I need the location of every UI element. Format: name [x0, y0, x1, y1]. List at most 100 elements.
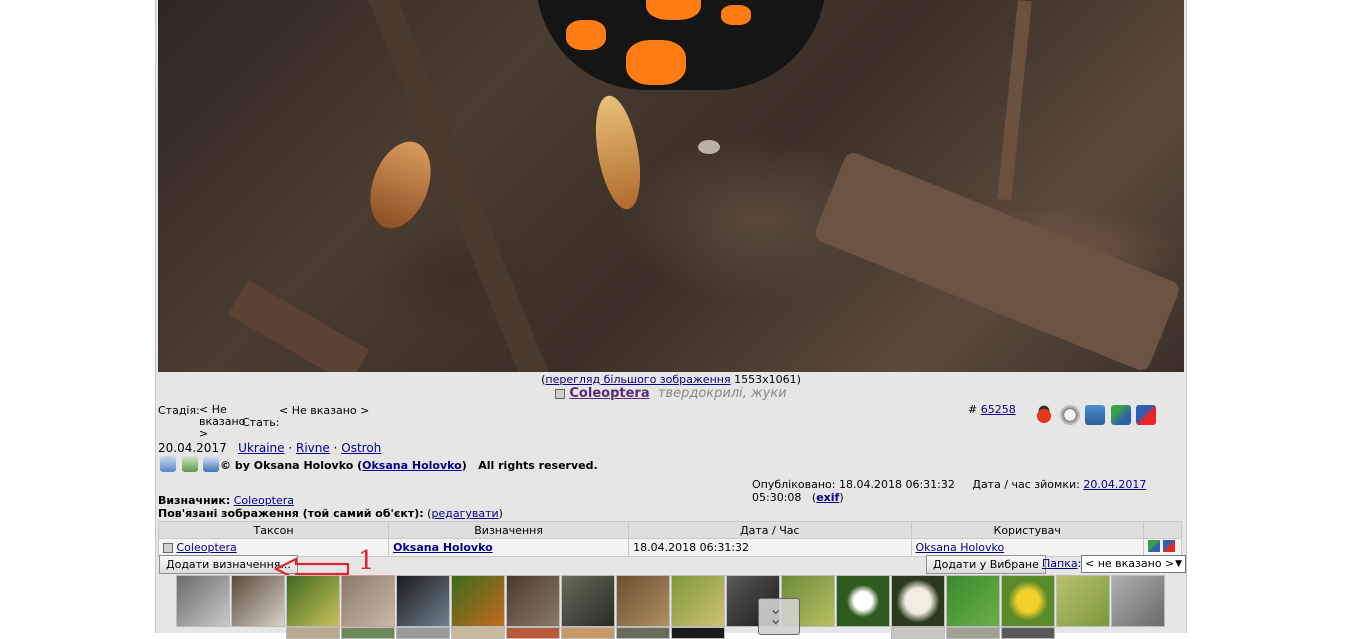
stage-value: < Не вказано >: [199, 404, 245, 440]
main-panel: (перегляд більшого зображення 1553x1061)…: [155, 0, 1187, 639]
thumbnail[interactable]: [671, 627, 725, 639]
thumbnail[interactable]: [836, 575, 890, 627]
author-link[interactable]: Oksana Holovko: [362, 459, 462, 472]
copyright-line: © by Oksana Holovko (Oksana Holovko) All…: [220, 459, 598, 472]
place-country-link[interactable]: Ukraine: [238, 441, 284, 455]
row-user-link[interactable]: Oksana Holovko: [916, 541, 1005, 554]
photo-twig: [228, 280, 370, 372]
download-icon[interactable]: [203, 456, 219, 472]
record-id: # 65258: [968, 403, 1016, 416]
published-row: Опубліковано: 18.04.2018 06:31:32 Дата /…: [752, 478, 1147, 504]
thumbnail[interactable]: [286, 575, 340, 627]
column-header: Таксон: [157, 521, 390, 539]
place-city-link[interactable]: Ostroh: [341, 441, 381, 455]
date-place-row: 20.04.2017 Ukraine · Rivne · Ostroh: [158, 441, 381, 455]
sex-label: Стать:: [242, 416, 280, 429]
record-id-link[interactable]: 65258: [981, 403, 1016, 416]
image-size: 1553x1061): [734, 373, 801, 386]
copyright-prefix: © by: [220, 459, 250, 472]
copyright-rights: All rights reserved.: [478, 459, 598, 472]
photo-caption: (перегляд більшого зображення 1553x1061): [156, 373, 1186, 386]
column-header: Визначення: [388, 521, 630, 539]
column-header: Користувач: [910, 521, 1144, 539]
taxon-title: Coleoptera твердокрилі, жуки: [156, 386, 1186, 401]
row-actions-cell: [1142, 538, 1183, 557]
record-id-prefix: #: [968, 403, 978, 416]
thumbnail[interactable]: [1111, 575, 1165, 627]
copyright-author: Oksana Holovko: [253, 459, 354, 472]
folder-image-icon[interactable]: [1085, 405, 1105, 425]
thumbnail[interactable]: [561, 627, 615, 639]
identifications-table: Таксон Визначення Дата / Час Користувач …: [157, 521, 1183, 557]
row-ident-link[interactable]: Oksana Holovko: [393, 541, 493, 554]
identifier-link[interactable]: Coleoptera: [234, 494, 294, 507]
delete-icon[interactable]: [1163, 540, 1176, 552]
thumbnail[interactable]: [1056, 575, 1110, 627]
table-row: Coleoptera Oksana Holovko 18.04.2018 06:…: [157, 538, 1183, 557]
photo-twig: [997, 0, 1032, 201]
add-to-favorites-button[interactable]: Додати у Вибране: [926, 555, 1046, 574]
thumbnail[interactable]: [506, 575, 560, 627]
thumbnail[interactable]: [616, 627, 670, 639]
ident-cell: Oksana Holovko: [388, 538, 630, 557]
column-header: Дата / Час: [628, 521, 912, 539]
thumbnail[interactable]: [176, 575, 230, 627]
thumbnail[interactable]: [891, 575, 945, 627]
action-icons: [1032, 405, 1156, 428]
edit-icon[interactable]: [1110, 405, 1131, 425]
stage-value-line: >: [199, 427, 209, 440]
thumbnail[interactable]: [396, 627, 450, 639]
observation-photo[interactable]: [158, 0, 1184, 372]
taxon-common-name: твердокрилі, жуки: [657, 386, 787, 401]
thumbnail[interactable]: [451, 627, 505, 639]
larger-image-link[interactable]: перегляд більшого зображення: [545, 373, 730, 386]
thumbnail[interactable]: [1001, 575, 1055, 627]
folder-select-value: < не вказано >: [1085, 557, 1175, 570]
bug-icon[interactable]: [1034, 405, 1054, 425]
thumbnail[interactable]: [891, 627, 945, 639]
folder-select[interactable]: < не вказано > ▼: [1081, 555, 1186, 573]
globe-icon[interactable]: [1059, 405, 1080, 425]
folder-link[interactable]: Папка: [1042, 557, 1078, 570]
shot-date-link[interactable]: 20.04.2017: [1083, 478, 1146, 491]
chevron-down-icon: ▼: [1175, 559, 1182, 569]
seed: [588, 92, 648, 213]
user-cell: Oksana Holovko: [910, 538, 1144, 557]
edit-icon[interactable]: [1147, 540, 1160, 552]
license-icon[interactable]: [160, 456, 176, 472]
taxon-link[interactable]: Coleoptera: [569, 386, 649, 401]
thumbnail[interactable]: [616, 575, 670, 627]
thumbnail[interactable]: [451, 575, 505, 627]
thumbnail[interactable]: [561, 575, 615, 627]
taxon-square-icon: [555, 388, 566, 399]
thumbnail[interactable]: [1001, 627, 1055, 639]
thumbnail[interactable]: [341, 627, 395, 639]
double-chevron-down-icon: ⌄ ⌄: [769, 599, 783, 628]
thumbnail[interactable]: [506, 627, 560, 639]
thumbnail[interactable]: [396, 575, 450, 627]
exif-link[interactable]: exif: [816, 491, 839, 504]
stage-label: Стадія:: [158, 404, 200, 417]
place-region-link[interactable]: Rivne: [296, 441, 330, 455]
row-taxon-link[interactable]: Coleoptera: [177, 541, 237, 554]
thumbnail[interactable]: [671, 575, 725, 627]
sex-value: < Не вказано >: [279, 404, 370, 417]
thumbnail[interactable]: [946, 627, 1000, 639]
taxon-square-icon: [163, 543, 173, 553]
thumbnail[interactable]: [341, 575, 395, 627]
folder-row: Папка:: [1042, 557, 1081, 570]
share-icon[interactable]: [181, 456, 198, 472]
related-edit-link[interactable]: редагувати: [431, 507, 498, 520]
identifier-row: Визначник: Coleoptera: [158, 494, 294, 507]
thumbnail[interactable]: [286, 627, 340, 639]
thumbnail[interactable]: [231, 575, 285, 627]
thumbnail[interactable]: [946, 575, 1000, 627]
related-row: Пов'язані зображення (той самий об'єкт):…: [158, 507, 503, 520]
seed: [698, 140, 720, 154]
published-value: 18.04.2018 06:31:32: [838, 478, 955, 491]
delete-icon[interactable]: [1136, 405, 1156, 425]
related-label: Пов'язані зображення (той самий об'єкт):: [158, 507, 424, 520]
observation-date: 20.04.2017: [158, 441, 227, 455]
scroll-down-button[interactable]: ⌄ ⌄: [758, 598, 800, 635]
place-separator: ·: [333, 441, 338, 455]
